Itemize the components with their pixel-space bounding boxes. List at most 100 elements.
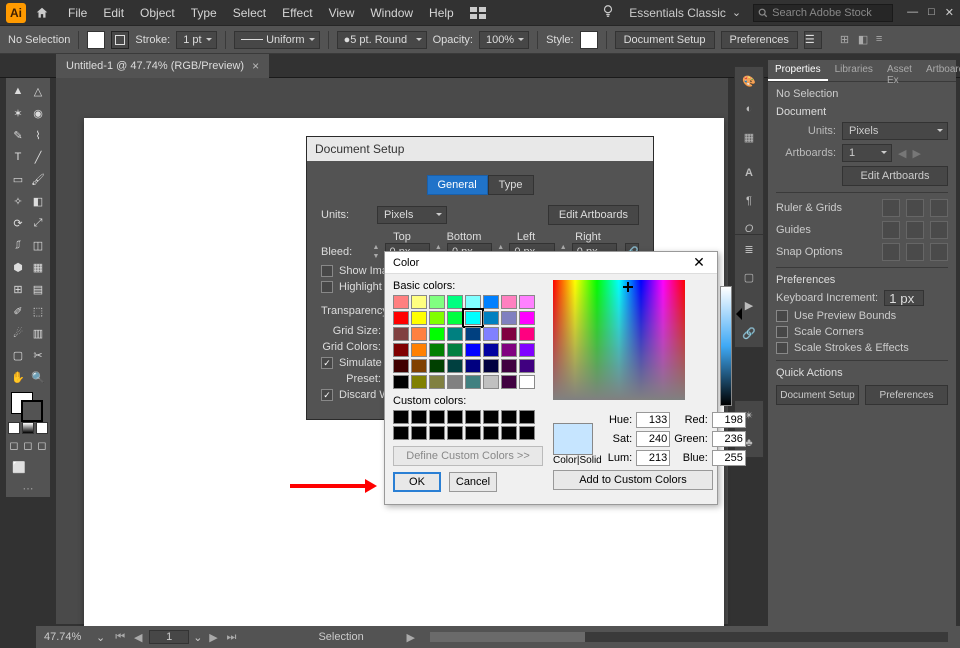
custom-swatch[interactable] <box>519 426 535 440</box>
width-tool[interactable]: ⎎ <box>9 235 27 255</box>
pref-button[interactable]: Preferences <box>721 31 798 49</box>
red-input[interactable] <box>712 412 746 428</box>
variable-width[interactable]: Uniform <box>234 31 320 49</box>
brush-def[interactable]: ● 5 pt. Round <box>337 31 427 49</box>
simulate-check[interactable]: ✓ <box>321 357 333 369</box>
grid-icon[interactable] <box>906 199 924 217</box>
type-tool[interactable]: T <box>9 147 27 167</box>
layout-icon[interactable] <box>462 7 494 19</box>
menu-type[interactable]: Type <box>183 6 225 20</box>
h-scrollbar[interactable] <box>430 632 948 642</box>
basic-swatch[interactable] <box>429 343 445 357</box>
basic-swatch[interactable] <box>465 343 481 357</box>
custom-swatch[interactable] <box>483 426 499 440</box>
hand-tool[interactable]: ✋ <box>9 367 27 387</box>
cancel-button[interactable]: Cancel <box>449 472 497 492</box>
basic-swatch[interactable] <box>501 295 517 309</box>
gradient-mode[interactable] <box>22 422 34 434</box>
artboard-select[interactable]: 1 <box>842 144 892 162</box>
hue-sat-field[interactable] <box>553 280 685 400</box>
tab-artboards[interactable]: Artboard <box>919 60 960 81</box>
rotate-tool[interactable]: ⟳ <box>9 213 27 233</box>
basic-swatch[interactable] <box>483 375 499 389</box>
basic-swatch[interactable] <box>447 359 463 373</box>
color-close-icon[interactable]: ✕ <box>689 254 709 271</box>
menu-effect[interactable]: Effect <box>274 6 320 20</box>
type-para-icon[interactable]: ¶ <box>735 187 763 215</box>
doc-setup-button[interactable]: Document Setup <box>615 31 715 49</box>
gradient-tool[interactable]: ▤ <box>29 279 47 299</box>
selection-tool[interactable]: ▲ <box>9 81 27 101</box>
direct-select-tool[interactable]: △ <box>29 81 47 101</box>
discard-check[interactable]: ✓ <box>321 389 333 401</box>
highlight-check[interactable] <box>321 281 333 293</box>
last-page-icon[interactable]: ⏭ <box>224 630 238 644</box>
qa-preferences[interactable]: Preferences <box>865 385 948 405</box>
basic-swatch[interactable] <box>465 311 481 325</box>
page-chevron-icon[interactable]: ⌄ <box>193 631 202 644</box>
basic-swatch[interactable] <box>519 375 535 389</box>
smart-guides-icon[interactable] <box>930 221 948 239</box>
page-input[interactable]: 1 <box>149 630 189 644</box>
basic-swatch[interactable] <box>429 359 445 373</box>
tab-general[interactable]: General <box>427 175 488 195</box>
screen-mode[interactable]: ⬜ <box>9 457 29 477</box>
custom-swatch[interactable] <box>501 410 517 424</box>
prev-artboard-icon[interactable]: ◀ <box>898 147 906 160</box>
edit-toolbar-icon[interactable]: ⋯ <box>8 482 48 495</box>
custom-swatch[interactable] <box>501 426 517 440</box>
basic-swatch[interactable] <box>393 311 409 325</box>
basic-swatch[interactable] <box>519 343 535 357</box>
snap-grid-icon[interactable] <box>906 243 924 261</box>
scale-tool[interactable]: ⤢ <box>29 213 47 233</box>
guides-vis-icon[interactable] <box>882 221 900 239</box>
basic-swatch[interactable] <box>429 375 445 389</box>
basic-swatch[interactable] <box>483 327 499 341</box>
slice-tool[interactable]: ✂ <box>29 345 47 365</box>
edit-artboards-button[interactable]: Edit Artboards <box>842 166 948 186</box>
snap-point-icon[interactable] <box>882 243 900 261</box>
basic-swatch[interactable] <box>429 327 445 341</box>
basic-swatch[interactable] <box>501 343 517 357</box>
ok-button[interactable]: OK <box>393 472 441 492</box>
layers-icon[interactable]: ≣ <box>735 235 763 263</box>
basic-swatch[interactable] <box>501 311 517 325</box>
basic-swatch[interactable] <box>393 295 409 309</box>
prev-page-icon[interactable]: ◀ <box>131 630 145 644</box>
color-titlebar[interactable]: Color ✕ <box>385 252 717 274</box>
custom-swatch[interactable] <box>411 410 427 424</box>
wand-tool[interactable]: ✶ <box>9 103 27 123</box>
snap-pixel-icon[interactable] <box>930 243 948 261</box>
basic-swatch[interactable] <box>519 295 535 309</box>
scale-corners-check[interactable] <box>776 326 788 338</box>
basic-swatch[interactable] <box>411 327 427 341</box>
custom-swatch[interactable] <box>465 426 481 440</box>
tab-close-icon[interactable]: × <box>252 59 259 73</box>
basic-swatch[interactable] <box>447 375 463 389</box>
basic-swatch[interactable] <box>429 311 445 325</box>
status-menu-icon[interactable]: ▶ <box>404 630 418 644</box>
basic-swatch[interactable] <box>411 375 427 389</box>
tab-libraries[interactable]: Libraries <box>828 60 880 81</box>
custom-swatch[interactable] <box>447 410 463 424</box>
guides-lock-icon[interactable] <box>906 221 924 239</box>
pen-tool[interactable]: ✎ <box>9 125 27 145</box>
free-transform[interactable]: ◫ <box>29 235 47 255</box>
dialog-titlebar[interactable]: Document Setup <box>307 137 653 161</box>
basic-swatch[interactable] <box>393 375 409 389</box>
custom-swatch[interactable] <box>429 426 445 440</box>
zoom-tool[interactable]: 🔍 <box>29 367 47 387</box>
eyedropper-tool[interactable]: ✐ <box>9 301 27 321</box>
menu-help[interactable]: Help <box>421 6 462 20</box>
prefs-menu-icon[interactable]: ☰ <box>804 31 822 49</box>
custom-swatch[interactable] <box>429 410 445 424</box>
menu-window[interactable]: Window <box>362 6 421 20</box>
eraser-tool[interactable]: ◧ <box>29 191 47 211</box>
swatches-icon[interactable]: ▦ <box>735 123 763 151</box>
shaper-tool[interactable]: ✧ <box>9 191 27 211</box>
basic-swatch[interactable] <box>465 375 481 389</box>
maximize-icon[interactable]: □ <box>928 6 935 19</box>
basic-swatch[interactable] <box>483 343 499 357</box>
basic-swatch[interactable] <box>447 295 463 309</box>
more-icon[interactable]: ≡ <box>876 33 890 47</box>
